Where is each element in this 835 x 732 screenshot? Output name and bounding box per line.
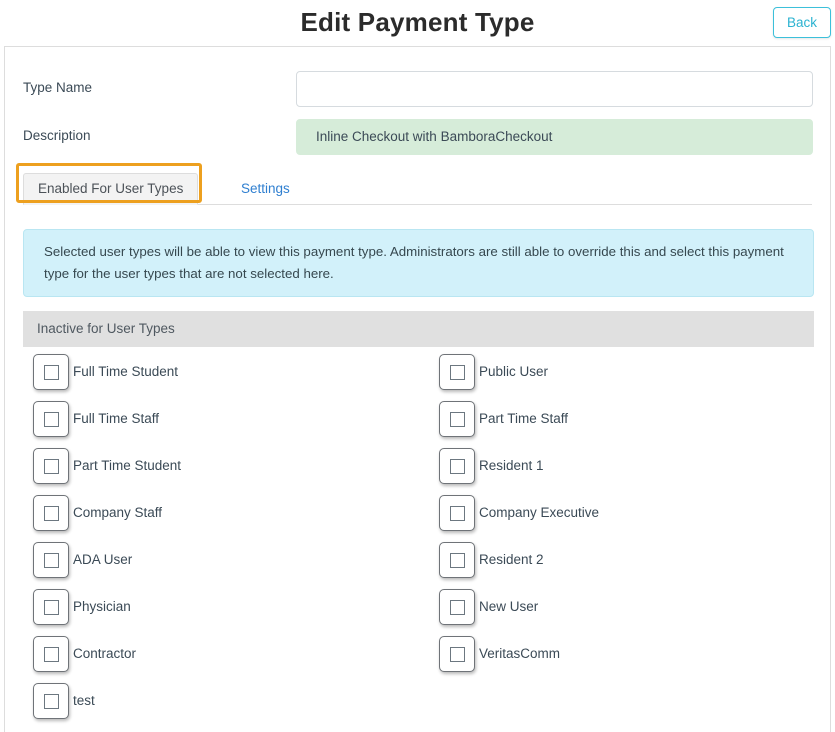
user-type-item[interactable]: Resident 2 (433, 542, 823, 589)
user-type-label: Resident 2 (479, 552, 544, 567)
user-types-column-left: Full Time Student Full Time Staff Part Tim… (27, 354, 427, 730)
user-type-label: Part Time Student (73, 458, 182, 473)
user-type-checkbox[interactable] (33, 354, 69, 390)
user-type-item[interactable]: VeritasComm (433, 636, 823, 683)
checkbox-square-icon (44, 365, 59, 380)
type-name-label: Type Name (23, 80, 93, 95)
user-type-checkbox[interactable] (439, 589, 475, 625)
checkbox-square-icon (44, 600, 59, 615)
user-type-item[interactable]: Full Time Student (27, 354, 427, 401)
checkbox-square-icon (44, 553, 59, 568)
user-type-checkbox[interactable] (439, 495, 475, 531)
user-type-checkbox[interactable] (439, 636, 475, 672)
inactive-user-types-section-header: Inactive for User Types (23, 311, 814, 347)
description-value: Inline Checkout with BamboraCheckout (316, 129, 553, 144)
description-field-wrap: Inline Checkout with BamboraCheckout (296, 119, 813, 155)
form-card: Type Name Description Inline Checkout wi… (4, 46, 831, 732)
user-type-item[interactable]: Part Time Student (27, 448, 427, 495)
info-banner-text: Selected user types will be able to view… (44, 244, 784, 281)
type-name-input-wrap[interactable] (296, 71, 813, 107)
user-type-item[interactable]: New User (433, 589, 823, 636)
checkbox-square-icon (44, 459, 59, 474)
user-type-checkbox[interactable] (439, 542, 475, 578)
user-type-checkbox[interactable] (33, 495, 69, 531)
user-type-checkbox[interactable] (439, 354, 475, 390)
user-type-label: Full Time Staff (73, 411, 160, 426)
user-types-column-right: Public User Part Time Staff Resident 1 Comp… (433, 354, 823, 683)
user-type-item[interactable]: Company Staff (27, 495, 427, 542)
user-type-label: test (73, 693, 95, 708)
user-type-label: Full Time Student (73, 364, 179, 379)
checkbox-square-icon (450, 412, 465, 427)
user-type-item[interactable]: Physician (27, 589, 427, 636)
user-type-label: New User (479, 599, 539, 614)
user-type-checkbox[interactable] (33, 589, 69, 625)
user-type-label: Company Executive (479, 505, 600, 520)
user-type-item[interactable]: Full Time Staff (27, 401, 427, 448)
back-button[interactable]: Back (773, 7, 831, 38)
user-type-label: Contractor (73, 646, 137, 661)
description-row: Description Inline Checkout with Bambora… (5, 119, 830, 155)
user-type-checkbox[interactable] (33, 448, 69, 484)
checkbox-square-icon (44, 694, 59, 709)
page-title: Edit Payment Type (300, 7, 535, 37)
user-type-item[interactable]: Company Executive (433, 495, 823, 542)
user-type-checkbox[interactable] (33, 636, 69, 672)
checkbox-square-icon (450, 459, 465, 474)
checkbox-square-icon (450, 365, 465, 380)
checkbox-square-icon (450, 647, 465, 662)
user-type-item[interactable]: Public User (433, 354, 823, 401)
checkbox-square-icon (450, 600, 465, 615)
description-label: Description (23, 128, 91, 143)
info-banner: Selected user types will be able to view… (23, 229, 814, 297)
tab-settings[interactable]: Settings (226, 173, 305, 205)
user-type-label: Part Time Staff (479, 411, 569, 426)
checkbox-square-icon (44, 506, 59, 521)
user-type-item[interactable]: Part Time Staff (433, 401, 823, 448)
user-type-checkbox[interactable] (33, 542, 69, 578)
checkbox-square-icon (450, 553, 465, 568)
user-type-checkbox[interactable] (439, 448, 475, 484)
type-name-row: Type Name (5, 71, 830, 107)
user-type-label: Physician (73, 599, 131, 614)
user-type-checkbox[interactable] (33, 683, 69, 719)
user-type-label: Resident 1 (479, 458, 544, 473)
section-header-label: Inactive for User Types (37, 321, 175, 336)
user-type-item[interactable]: Contractor (27, 636, 427, 683)
user-type-label: Company Staff (73, 505, 163, 520)
user-type-item[interactable]: Resident 1 (433, 448, 823, 495)
checkbox-square-icon (44, 647, 59, 662)
user-type-label: Public User (479, 364, 549, 379)
user-type-item[interactable]: test (27, 683, 427, 730)
edit-payment-type-page: Edit Payment Type Back Type Name Descrip… (0, 0, 835, 732)
user-type-item[interactable]: ADA User (27, 542, 427, 589)
user-type-checkbox[interactable] (439, 401, 475, 437)
checkbox-square-icon (450, 506, 465, 521)
tab-enabled-for-user-types[interactable]: Enabled For User Types (23, 173, 199, 205)
user-type-label: VeritasComm (479, 646, 561, 661)
user-type-checkbox[interactable] (33, 401, 69, 437)
user-type-label: ADA User (73, 552, 133, 567)
page-header: Edit Payment Type Back (0, 0, 835, 46)
checkbox-square-icon (44, 412, 59, 427)
tab-bar: Enabled For User Types Settings (23, 173, 812, 205)
